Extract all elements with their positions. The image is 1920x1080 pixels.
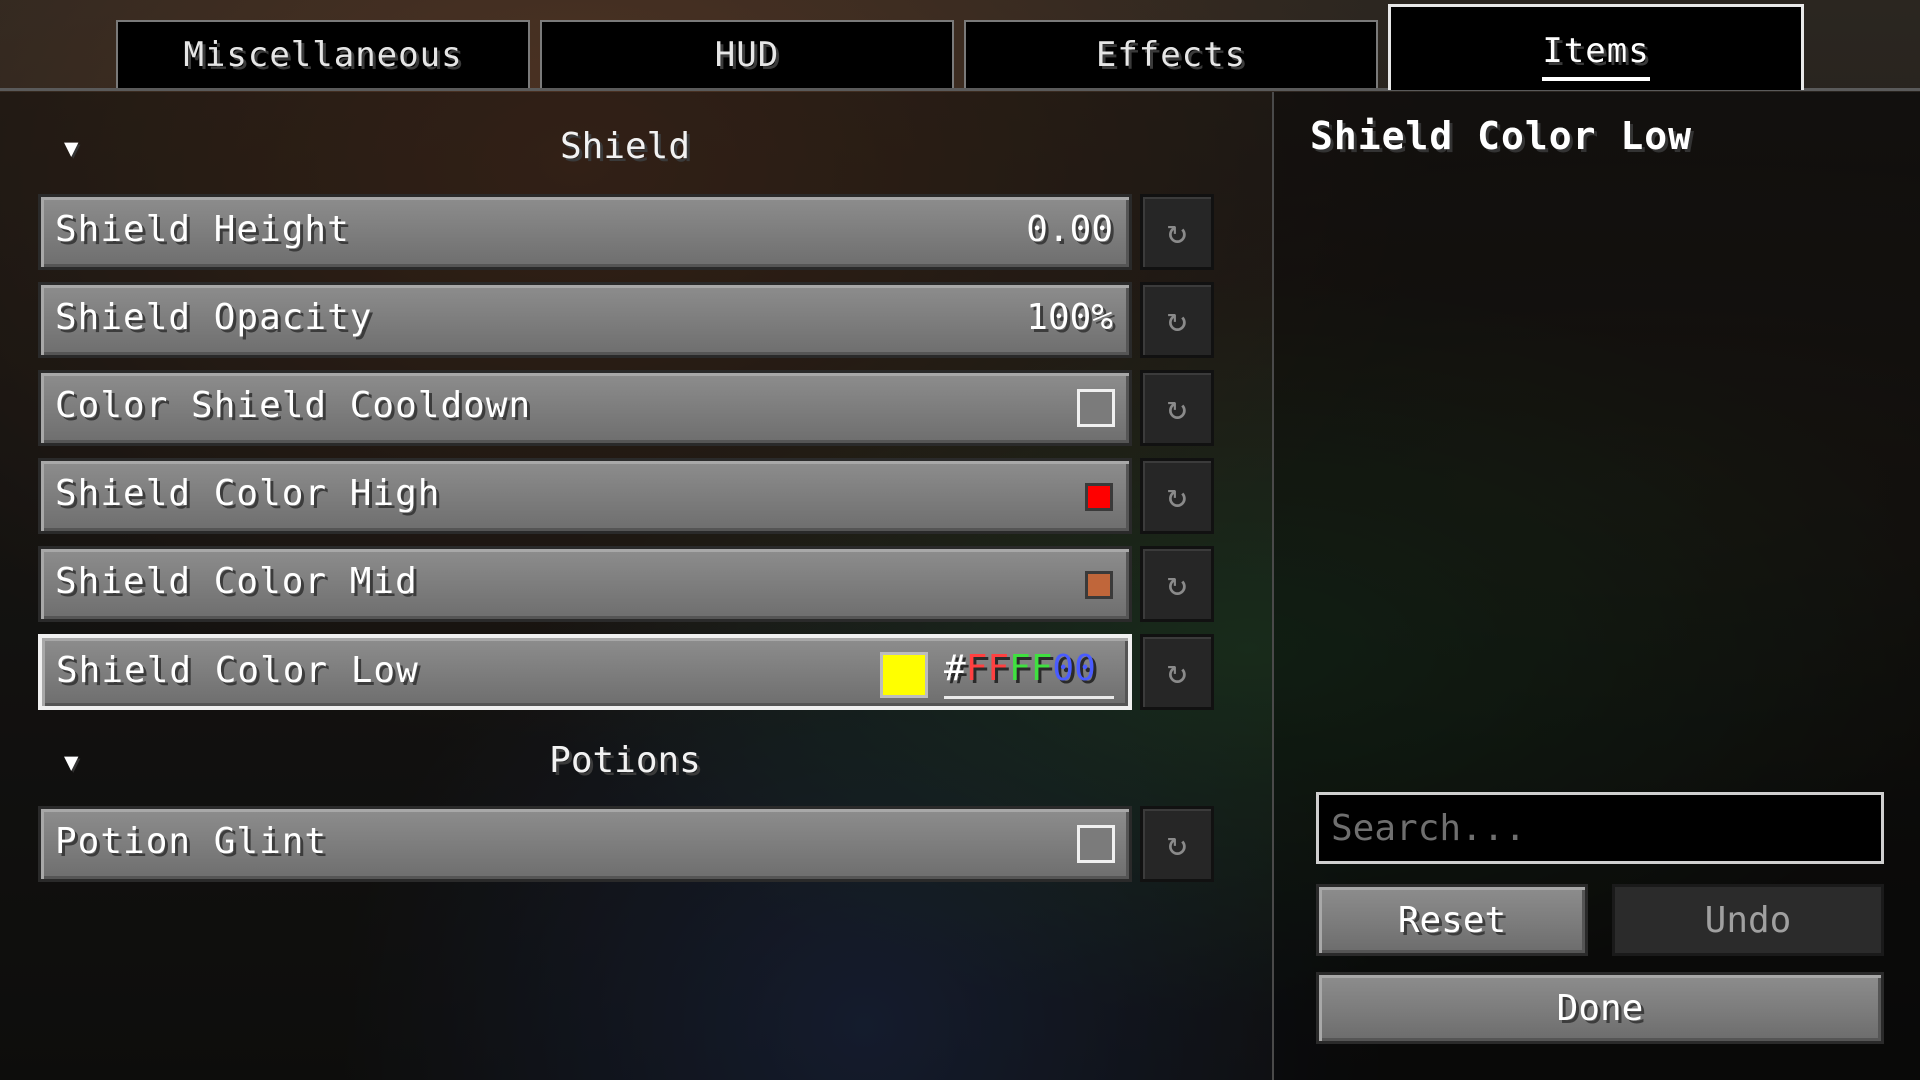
reset-option-button[interactable]: ↻ [1140,282,1214,358]
option-row-potion-glint: Potion Glint ↻ [38,806,1214,882]
potion-glint-toggle[interactable]: Potion Glint [38,806,1132,882]
option-row-shield-height: Shield Height 0.00 ↻ [38,194,1214,270]
reset-icon: ↻ [1166,388,1188,428]
button-label: Reset [1397,899,1507,941]
option-label: Shield Color Low [56,650,419,691]
button-label: Undo [1704,899,1792,941]
option-row-shield-color-mid: Shield Color Mid ↻ [38,546,1214,622]
option-row-shield-color-low: Shield Color Low #FFFF00 ↻ [38,634,1214,710]
option-row-shield-color-high: Shield Color High ↻ [38,458,1214,534]
option-label: Color Shield Cooldown [55,385,532,426]
tab-label: Items [1542,31,1650,81]
tab-items[interactable]: Items [1388,4,1804,90]
tab-miscellaneous[interactable]: Miscellaneous [116,20,530,88]
option-label: Potion Glint [55,821,328,862]
reset-icon: ↻ [1166,824,1188,864]
done-button[interactable]: Done [1316,972,1884,1044]
button-label: Done [1556,987,1644,1029]
checkbox[interactable] [1077,389,1115,427]
reset-icon: ↻ [1166,476,1188,516]
option-row-shield-opacity: Shield Opacity 100% ↻ [38,282,1214,358]
reset-option-button[interactable]: ↻ [1140,194,1214,270]
reset-option-button[interactable]: ↻ [1140,458,1214,534]
hex-red: FF [965,648,1010,689]
reset-option-button[interactable]: ↻ [1140,370,1214,446]
option-label: Shield Height [55,209,350,250]
option-row-color-shield-cooldown: Color Shield Cooldown ↻ [38,370,1214,446]
tab-label: HUD [714,35,780,75]
description-title: Shield Color Low [1310,114,1693,158]
option-label: Shield Color Mid [55,561,418,602]
shield-color-mid-picker[interactable]: Shield Color Mid [38,546,1132,622]
panel-divider [1272,92,1274,1080]
section-title: Shield [559,125,691,167]
shield-height-slider[interactable]: Shield Height 0.00 [38,194,1132,270]
color-swatch[interactable] [1085,571,1113,599]
reset-option-button[interactable]: ↻ [1140,546,1214,622]
reset-icon: ↻ [1166,300,1188,340]
tab-label: Effects [1095,35,1247,75]
shield-color-high-picker[interactable]: Shield Color High [38,458,1132,534]
color-swatch[interactable] [880,652,928,698]
tab-hud[interactable]: HUD [540,20,954,88]
search-input[interactable] [1316,792,1884,864]
shield-color-low-picker[interactable]: Shield Color Low #FFFF00 [38,634,1132,710]
option-value: 0.00 [1026,209,1113,250]
reset-icon: ↻ [1166,564,1188,604]
option-label: Shield Color High [55,473,441,514]
tab-label: Miscellaneous [183,35,463,75]
color-swatch[interactable] [1085,483,1113,511]
color-shield-cooldown-toggle[interactable]: Color Shield Cooldown [38,370,1132,446]
reset-icon: ↻ [1166,652,1188,692]
option-label: Shield Opacity [55,297,373,338]
section-header-potions[interactable]: ▼ Potions [0,730,1250,790]
reset-icon: ↻ [1166,212,1188,252]
hex-hash: # [944,648,966,689]
checkbox[interactable] [1077,825,1115,863]
hex-color-input[interactable]: #FFFF00 [944,648,1114,699]
undo-button[interactable]: Undo [1612,884,1884,956]
hex-green: FF [1009,648,1053,689]
option-value: 100% [1026,297,1113,338]
reset-option-button[interactable]: ↻ [1140,634,1214,710]
reset-option-button[interactable]: ↻ [1140,806,1214,882]
section-header-shield[interactable]: ▼ Shield [0,116,1250,176]
reset-button[interactable]: Reset [1316,884,1588,956]
hex-blue: 00 [1052,648,1096,689]
shield-opacity-slider[interactable]: Shield Opacity 100% [38,282,1132,358]
section-title: Potions [549,739,701,781]
tab-effects[interactable]: Effects [964,20,1378,88]
